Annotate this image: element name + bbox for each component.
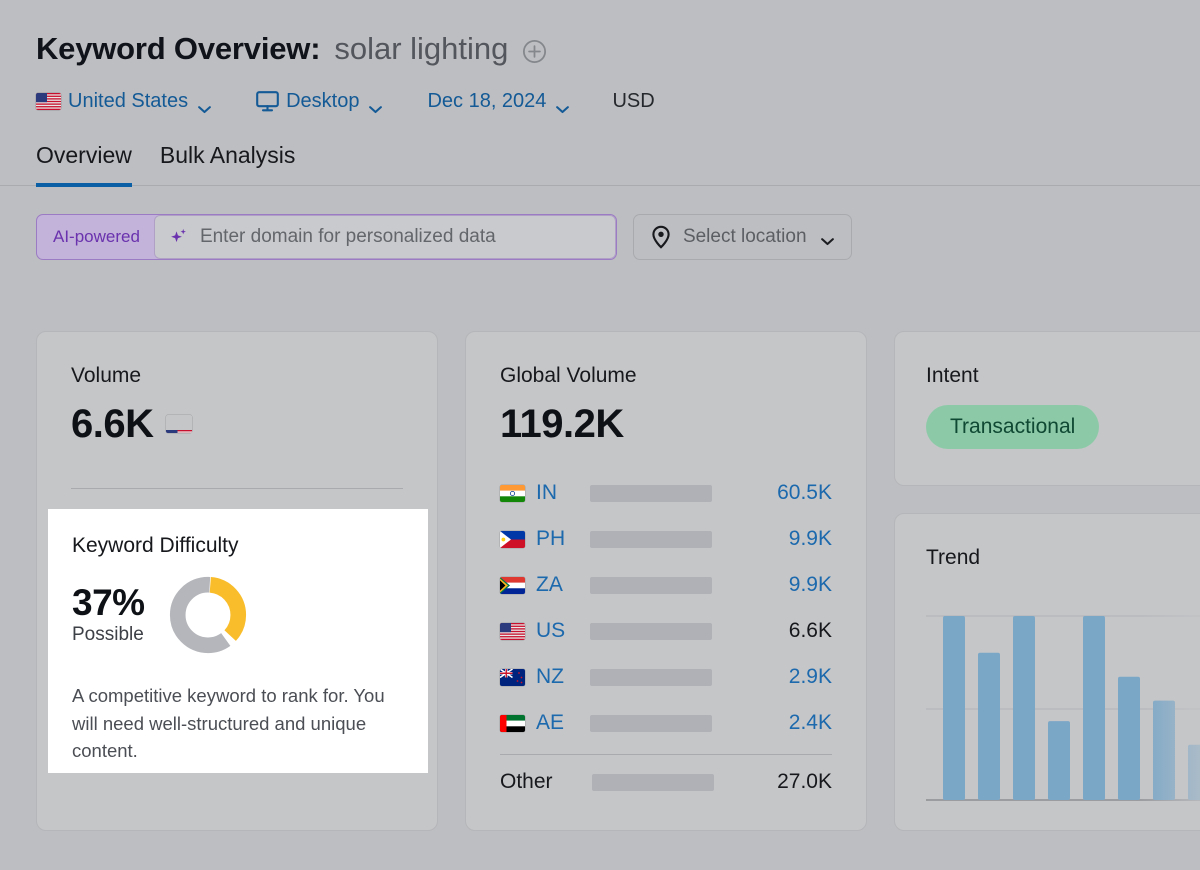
table-row[interactable]: NZ 2.9K	[500, 654, 832, 700]
country-label: United States	[68, 89, 189, 112]
country-code: US	[536, 619, 566, 642]
right-column: Intent Transactional Trend	[894, 331, 1200, 831]
trend-bar-chart	[926, 614, 1200, 804]
filters-toolbar: AI-powered Enter domain for personalized…	[0, 186, 1200, 260]
date-selector[interactable]: Dec 18, 2024	[427, 90, 570, 113]
status-badge: Transactional	[926, 405, 1100, 449]
country-volume: 9.9K	[788, 573, 832, 596]
flag-ae-icon	[500, 714, 525, 732]
volume-bar-track	[592, 773, 714, 791]
tab-bulk-analysis[interactable]: Bulk Analysis	[160, 142, 296, 185]
trend-card: Trend	[894, 513, 1200, 831]
select-location-label: Select location	[682, 226, 807, 247]
flag-ph-icon	[500, 530, 525, 548]
sparkle-icon	[168, 226, 190, 248]
location-pin-icon	[650, 225, 672, 249]
volume-divider	[71, 488, 403, 489]
tab-overview[interactable]: Overview	[36, 142, 132, 187]
page-header: Keyword Overview: solar lighting United …	[0, 0, 1200, 116]
country-code: PH	[536, 527, 566, 550]
global-volume-card-title: Global Volume	[500, 364, 637, 387]
table-row[interactable]: IN 60.5K	[500, 470, 832, 516]
table-row[interactable]: PH 9.9K	[500, 516, 832, 562]
page-title-keyword: solar lighting	[334, 31, 509, 66]
flag-us-icon	[500, 622, 525, 640]
flag-nz-icon	[500, 668, 525, 686]
desktop-monitor-icon	[256, 90, 279, 112]
country-code: AE	[536, 711, 565, 734]
plus-circle-icon[interactable]	[522, 39, 547, 64]
list-divider	[500, 754, 832, 755]
global-volume-card: Global Volume 119.2K IN 60.5K PH 9.9K ZA…	[465, 331, 867, 831]
flag-us-icon	[165, 415, 192, 433]
table-row-other: Other 27.0K	[500, 759, 832, 805]
date-label: Dec 18, 2024	[427, 89, 547, 112]
chevron-down-icon	[197, 97, 212, 113]
device-label: Desktop	[286, 89, 360, 112]
table-row[interactable]: AE 2.4K	[500, 700, 832, 746]
volume-bar-track	[590, 576, 712, 594]
country-volume: 2.4K	[788, 711, 832, 734]
keyword-difficulty-description: A competitive keyword to rank for. You w…	[72, 685, 385, 762]
meta-filters: United States Desktop Dec 18, 2024 USD	[36, 86, 1200, 116]
intent-card: Intent Transactional	[894, 331, 1200, 486]
country-code: ZA	[536, 573, 563, 596]
trend-card-title: Trend	[926, 546, 981, 569]
tab-bar: Overview Bulk Analysis	[0, 142, 1200, 187]
volume-card-title: Volume	[71, 364, 142, 387]
domain-input[interactable]: Enter domain for personalized data	[153, 215, 616, 259]
country-code: IN	[536, 481, 557, 504]
keyword-difficulty-status: Possible	[72, 624, 144, 646]
keyword-difficulty-panel: Keyword Difficulty 37% Possible A compet…	[48, 509, 428, 773]
keyword-difficulty-title: Keyword Difficulty	[72, 534, 239, 557]
flag-in-icon	[500, 484, 525, 502]
volume-bar-track	[590, 484, 712, 502]
keyword-difficulty-percent: 37%	[72, 581, 145, 623]
intent-card-title: Intent	[926, 364, 979, 387]
global-volume-value: 119.2K	[500, 402, 624, 446]
country-volume: 6.6K	[788, 619, 832, 642]
ai-domain-input-group: AI-powered Enter domain for personalized…	[36, 214, 617, 260]
flag-za-icon	[500, 576, 525, 594]
currency-label: USD	[612, 89, 655, 112]
keyword-difficulty-donut-chart	[167, 574, 249, 656]
device-selector[interactable]: Desktop	[256, 90, 383, 113]
table-row[interactable]: US 6.6K	[500, 608, 832, 654]
country-code: NZ	[536, 665, 564, 688]
other-volume: 27.0K	[777, 770, 832, 793]
country-volume: 60.5K	[777, 481, 832, 504]
country-volume: 2.9K	[788, 665, 832, 688]
volume-value: 6.6K	[71, 402, 154, 446]
volume-bar-track	[590, 530, 712, 548]
page-title-prefix: Keyword Overview:	[36, 31, 321, 66]
volume-bar-track	[590, 668, 712, 686]
volume-bar-track	[590, 622, 712, 640]
select-location-button[interactable]: Select location	[632, 214, 852, 260]
volume-bar-track	[590, 714, 712, 732]
country-selector[interactable]: United States	[36, 90, 212, 113]
table-row[interactable]: ZA 9.9K	[500, 562, 832, 608]
page-title: Keyword Overview: solar lighting	[36, 26, 1200, 72]
chevron-down-icon	[820, 233, 835, 245]
chevron-down-icon	[368, 97, 383, 113]
chevron-down-icon	[555, 97, 570, 113]
other-label: Other	[500, 770, 553, 793]
country-volume: 9.9K	[788, 527, 832, 550]
ai-powered-badge: AI-powered	[53, 227, 140, 246]
global-volume-list: IN 60.5K PH 9.9K ZA 9.9K US 6.6K NZ 2.9K…	[466, 470, 866, 805]
domain-input-placeholder: Enter domain for personalized data	[199, 226, 496, 247]
flag-us-icon	[36, 92, 61, 110]
volume-value-row: 6.6K	[71, 404, 403, 444]
